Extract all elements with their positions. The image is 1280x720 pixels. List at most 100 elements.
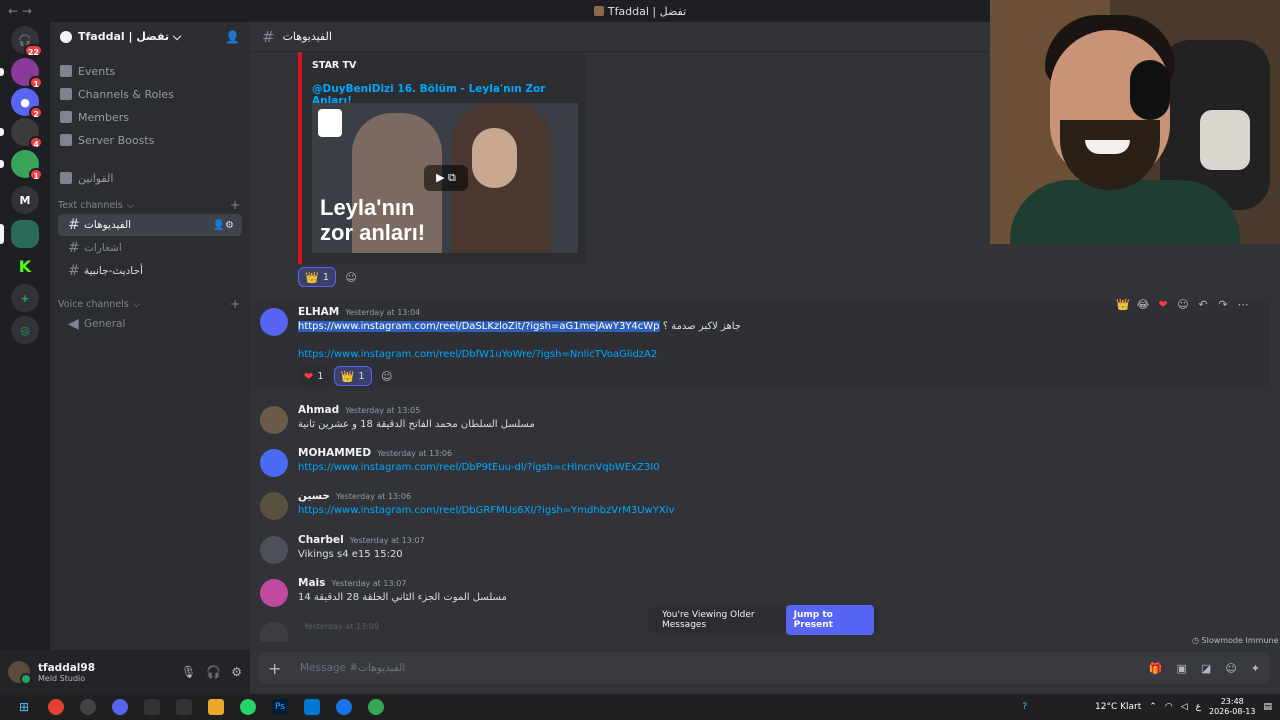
user-info[interactable]: tfaddal98 Meld Studio xyxy=(38,662,95,683)
photoshop-icon[interactable]: Ps xyxy=(272,699,288,715)
message-charbel[interactable]: Charbel Yesterday at 13:07 Vikings s4 e15… xyxy=(260,534,1260,564)
discord-server-icon[interactable]: ● 2 xyxy=(11,88,43,119)
clock[interactable]: 23:48 2026-08-13 xyxy=(1209,697,1256,717)
avatar[interactable] xyxy=(260,406,288,434)
chevron-up-icon[interactable]: ⌃ xyxy=(1149,702,1157,712)
message-author[interactable]: Ahmad xyxy=(298,404,339,416)
message-link[interactable]: https://www.instagram.com/reel/DaSLKzloZ… xyxy=(298,321,660,332)
attach-plus-icon[interactable]: + xyxy=(268,659,288,678)
message-link[interactable]: https://www.instagram.com/reel/DbGRFMUs6… xyxy=(298,505,674,516)
avatar[interactable] xyxy=(260,579,288,607)
avatar[interactable] xyxy=(8,661,32,685)
channel-videos[interactable]: # الفيديوهات 👤⚙ xyxy=(58,214,242,236)
avatar[interactable] xyxy=(260,308,288,336)
add-server-icon[interactable]: + xyxy=(11,284,39,312)
gift-icon[interactable]: 🎁 xyxy=(1149,662,1163,675)
message-link[interactable]: https://www.instagram.com/reel/DbfW1uYoW… xyxy=(298,349,657,360)
avatar[interactable] xyxy=(260,449,288,477)
channel-settings-icons[interactable]: 👤⚙ xyxy=(213,220,234,231)
emoji-icon[interactable]: ☺ xyxy=(1225,662,1236,675)
forward-icon[interactable]: ↷ xyxy=(1216,298,1230,311)
reaction-crown[interactable]: 👑 1 xyxy=(298,267,337,287)
nav-server-boosts[interactable]: Server Boosts xyxy=(50,129,250,151)
message-author[interactable]: ELHAM xyxy=(298,306,339,318)
message-ahmad[interactable]: Ahmad Yesterday at 13:05 مسلسل السلطان مح… xyxy=(260,404,1260,434)
add-reaction-icon[interactable]: ☺ xyxy=(376,366,398,386)
channel-notifications[interactable]: # اشعارات xyxy=(58,237,242,259)
more-icon[interactable]: ⋯ xyxy=(1236,298,1250,311)
message-hussein[interactable]: حسين Yesterday at 13:06 https://www.insta… xyxy=(260,490,1260,520)
reaction-crown[interactable]: 👑 1 xyxy=(333,366,372,386)
avatar[interactable] xyxy=(260,492,288,520)
laugh-icon[interactable]: 😂 xyxy=(1136,298,1150,311)
embed-provider[interactable]: STAR TV xyxy=(312,60,575,71)
message-author[interactable]: Mais xyxy=(298,577,325,589)
app-icon[interactable] xyxy=(304,699,320,715)
notification-icon[interactable]: ▤ xyxy=(1263,702,1272,712)
message-text-ar: جاهز لاكبر صدمة ؟ xyxy=(662,321,742,332)
message-author[interactable]: حسين xyxy=(298,490,330,502)
chrome-icon[interactable] xyxy=(368,699,384,715)
discord-taskbar-icon[interactable] xyxy=(112,699,128,715)
discover-icon[interactable]: ◎ xyxy=(11,316,39,344)
avatar[interactable] xyxy=(260,536,288,564)
add-reaction-icon[interactable]: ☺ xyxy=(1176,298,1190,311)
server-icon-3[interactable]: 4 xyxy=(0,118,43,149)
gif-icon[interactable]: ▣ xyxy=(1177,662,1187,675)
voice-channel-general[interactable]: ◀ General xyxy=(58,313,242,335)
message-link[interactable]: https://www.instagram.com/reel/DbP9tEuu-… xyxy=(298,462,660,473)
language-indicator[interactable]: ع xyxy=(1196,702,1201,712)
server-icon-4[interactable]: 1 xyxy=(0,150,43,181)
whatsapp-icon[interactable] xyxy=(240,699,256,715)
reaction-heart[interactable]: ❤ 1 xyxy=(298,366,330,386)
video-embed[interactable]: STAR TV @DuyBeniDizi 16. Bölüm - Leyla'n… xyxy=(298,52,585,264)
crown-icon[interactable]: 👑 xyxy=(1116,298,1130,311)
apps-icon[interactable]: ✦ xyxy=(1251,662,1260,675)
nav-channels-roles[interactable]: Channels & Roles xyxy=(50,83,250,105)
reply-icon[interactable]: ↶ xyxy=(1196,298,1210,311)
message-mohammed[interactable]: MOHAMMED Yesterday at 13:06 https://www.i… xyxy=(260,447,1260,477)
help-icon[interactable]: ? xyxy=(1022,702,1027,712)
chrome-icon[interactable] xyxy=(48,699,64,715)
add-reaction-icon[interactable]: ☺ xyxy=(340,267,362,287)
windows-start-icon[interactable]: ⊞ xyxy=(16,699,32,715)
message-input[interactable]: Message #الفيديوهات xyxy=(300,662,405,674)
message-elham[interactable]: ELHAM Yesterday at 13:04 https://www.inst… xyxy=(260,306,1260,360)
avatar[interactable] xyxy=(260,622,288,642)
app-icon[interactable] xyxy=(144,699,160,715)
create-channel-icon[interactable]: + xyxy=(230,198,240,212)
category-text-channels[interactable]: Text channels ⌵ + xyxy=(50,197,250,213)
wifi-icon[interactable]: ◠ xyxy=(1165,702,1173,712)
volume-icon[interactable]: ◁ xyxy=(1181,702,1188,712)
nav-rules[interactable]: القوانين xyxy=(50,167,250,189)
message-author[interactable]: MOHAMMED xyxy=(298,447,371,459)
message-author[interactable]: Charbel xyxy=(298,534,344,546)
video-thumbnail[interactable]: ▶ ⧉ Leyla'nın zor anları! xyxy=(312,103,578,253)
channel-side-talk[interactable]: # أحاديث-جانبية xyxy=(58,260,242,282)
direct-messages-icon[interactable]: 🎧 22 xyxy=(11,26,43,57)
weather-widget[interactable]: 12°C Klart xyxy=(1095,702,1141,712)
heart-icon[interactable]: ❤ xyxy=(1156,298,1170,311)
server-icon-m[interactable]: M xyxy=(11,186,39,214)
create-channel-icon[interactable]: + xyxy=(230,297,240,311)
gear-icon[interactable]: ⚙ xyxy=(231,665,242,679)
app-icon[interactable] xyxy=(176,699,192,715)
app-icon[interactable] xyxy=(336,699,352,715)
nav-events[interactable]: Events xyxy=(50,60,250,82)
sticker-icon[interactable]: ◪ xyxy=(1201,662,1211,675)
jump-to-present-button[interactable]: Jump to Present xyxy=(785,605,874,635)
obs-icon[interactable] xyxy=(80,699,96,715)
message-composer[interactable]: + Message #الفيديوهات 🎁 ▣ ◪ ☺ ✦ xyxy=(258,652,1270,684)
server-header[interactable]: Tfaddal | تفضل ⌵ 👤 xyxy=(50,22,250,52)
file-explorer-icon[interactable] xyxy=(208,699,224,715)
server-icon-tfaddal[interactable] xyxy=(0,220,39,248)
server-icon-1[interactable]: 1 xyxy=(0,58,43,89)
message-mais[interactable]: Mais Yesterday at 13:07 مسلسل الموت الجزء… xyxy=(260,577,1260,607)
microphone-icon[interactable]: 🎙 xyxy=(181,665,196,679)
play-icon[interactable]: ▶ ⧉ xyxy=(424,165,468,191)
headphones-icon[interactable]: 🎧 xyxy=(206,665,221,679)
kick-server-icon[interactable]: K xyxy=(11,252,39,280)
category-voice-channels[interactable]: Voice channels ⌵ + xyxy=(50,296,250,312)
invite-icon[interactable]: 👤 xyxy=(225,30,240,44)
nav-members[interactable]: Members xyxy=(50,106,250,128)
